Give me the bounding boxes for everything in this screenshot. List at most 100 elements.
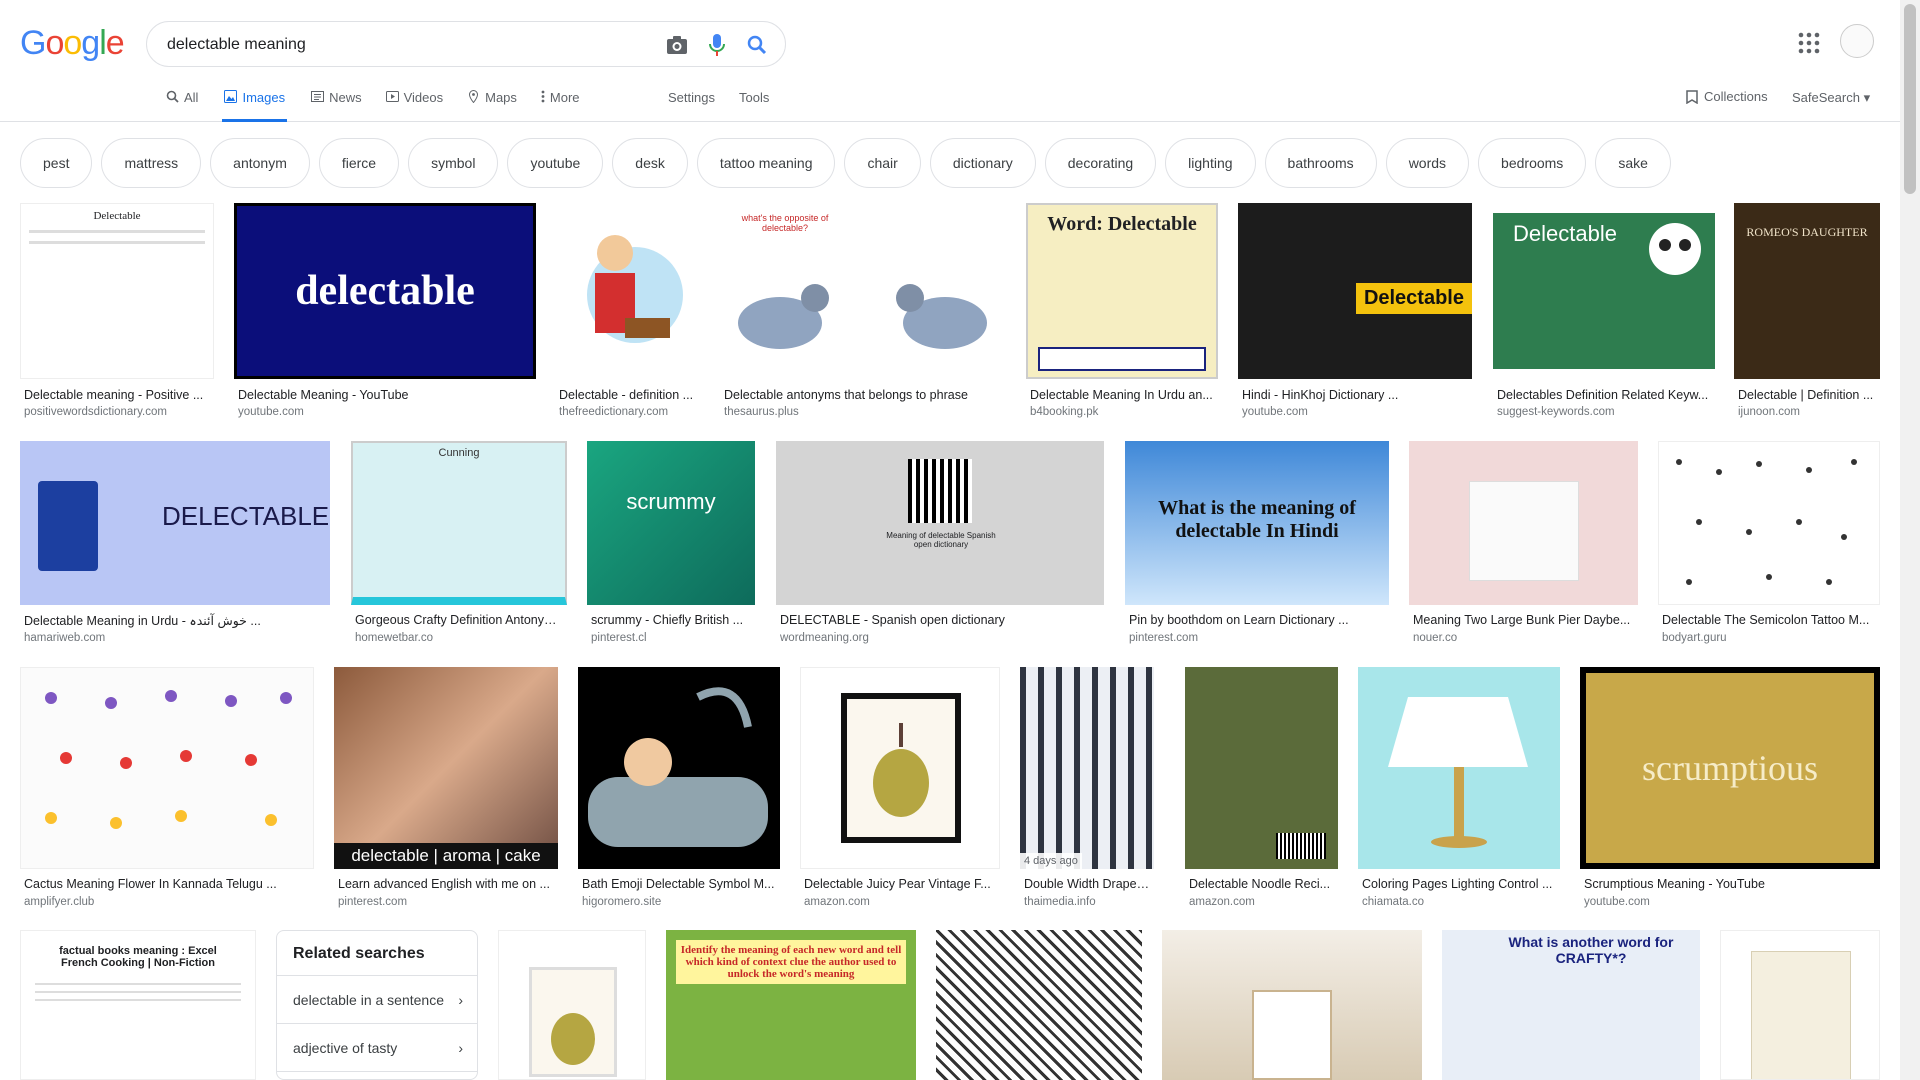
result-source: wordmeaning.org xyxy=(780,632,869,644)
tab-all[interactable]: All xyxy=(166,88,198,122)
result-thumbnail xyxy=(20,667,314,869)
chip-desk[interactable]: desk xyxy=(612,138,688,188)
thumb-text: factual books meaning : Excel French Coo… xyxy=(59,945,217,969)
google-logo[interactable]: Google xyxy=(20,24,125,63)
thumb-text: Delectable xyxy=(1355,283,1472,314)
result-thumbnail: Cunning xyxy=(351,441,567,605)
image-result[interactable]: scrumptious Scrumptious Meaning - YouTub… xyxy=(1580,667,1880,917)
image-result[interactable]: Meaning Two Large Bunk Pier Daybe... nou… xyxy=(1409,441,1638,651)
image-result[interactable]: Coloring Pages Lighting Control ... chia… xyxy=(1358,667,1560,917)
related-item-label: delectable in a sentence xyxy=(293,991,444,1008)
image-result[interactable]: Delectable The Semicolon Tattoo M... bod… xyxy=(1658,441,1880,651)
chip-words[interactable]: words xyxy=(1385,138,1470,188)
scrollbar-thumb[interactable] xyxy=(1904,4,1916,194)
age-badge: 4 days ago xyxy=(1020,853,1082,869)
result-source: suggest-keywords.com xyxy=(1497,406,1615,418)
image-result[interactable]: DELECTABLE Delectable Meaning in Urdu - … xyxy=(20,441,330,651)
camera-icon[interactable] xyxy=(665,33,689,57)
safesearch-dropdown[interactable]: SafeSearch ▾ xyxy=(1792,90,1870,106)
image-result[interactable] xyxy=(1720,930,1880,1080)
image-result[interactable]: Bath Emoji Delectable Symbol M... higoro… xyxy=(578,667,780,917)
chip-antonym[interactable]: antonym xyxy=(210,138,310,188)
result-title: Delectable antonyms that belongs to phra… xyxy=(724,388,968,402)
result-source: thefreedictionary.com xyxy=(559,406,669,418)
result-source: homewetbar.co xyxy=(355,632,433,644)
page-scrollbar[interactable] xyxy=(1900,0,1920,1080)
tab-more[interactable]: More xyxy=(541,88,580,122)
result-title: Bath Emoji Delectable Symbol M... xyxy=(582,877,775,891)
chip-fierce[interactable]: fierce xyxy=(318,138,400,188)
result-title: Cactus Meaning Flower In Kannada Telugu … xyxy=(24,877,277,891)
result-source: b4booking.pk xyxy=(1030,406,1099,418)
image-result[interactable]: what's the opposite of delectable? Delec… xyxy=(720,203,1006,423)
chip-tattoo-meaning[interactable]: tattoo meaning xyxy=(696,138,836,188)
image-result[interactable]: Cunning Gorgeous Crafty Definition Anton… xyxy=(351,441,567,651)
image-result[interactable] xyxy=(1162,930,1422,1080)
thumb-text: Delectable xyxy=(93,210,141,222)
collections-link[interactable]: Collections xyxy=(1686,89,1768,104)
image-result[interactable]: delectable Delectable Meaning - YouTube … xyxy=(234,203,536,423)
image-result[interactable]: Delectable Noodle Reci... amazon.com xyxy=(1185,667,1338,917)
microphone-icon[interactable] xyxy=(705,33,729,57)
image-result[interactable] xyxy=(498,930,646,1080)
chip-youtube[interactable]: youtube xyxy=(507,138,604,188)
tools-link[interactable]: Tools xyxy=(739,90,769,105)
chevron-right-icon: › xyxy=(458,1039,463,1056)
result-title: Hindi - HinKhoj Dictionary ... xyxy=(1242,388,1399,402)
image-result[interactable]: Delectable Hindi - HinKhoj Dictionary ..… xyxy=(1238,203,1472,423)
result-title: Double Width Drapes ... xyxy=(1024,877,1150,891)
image-result[interactable]: What is the meaning of delectable In Hin… xyxy=(1125,441,1389,651)
chip-lighting[interactable]: lighting xyxy=(1165,138,1256,188)
related-searches-card: Related searches delectable in a sentenc… xyxy=(276,930,478,1080)
related-item[interactable]: delectable in a sentence › xyxy=(277,976,477,1024)
tab-news[interactable]: News xyxy=(311,88,362,122)
image-result[interactable]: scrummy scrummy - Chiefly British ... pi… xyxy=(587,441,755,651)
image-result[interactable]: Word: Delectable Delectable Meaning In U… xyxy=(1026,203,1218,423)
search-input[interactable] xyxy=(167,34,647,56)
image-result[interactable]: delectable | aroma | cake Learn advanced… xyxy=(334,667,558,917)
result-thumbnail: delectable | aroma | cake xyxy=(334,667,558,869)
image-result[interactable]: Identify the meaning of each new word an… xyxy=(666,930,916,1080)
chip-symbol[interactable]: symbol xyxy=(408,138,499,188)
chip-bedrooms[interactable]: bedrooms xyxy=(1478,138,1587,188)
image-result[interactable]: ROMEO'S DAUGHTER Delectable | Definition… xyxy=(1734,203,1880,423)
image-result[interactable]: Delectable - definition ... thefreedicti… xyxy=(555,203,700,423)
related-item[interactable]: adjective of tasty › xyxy=(277,1024,477,1072)
image-result[interactable]: Delectable Juicy Pear Vintage F... amazo… xyxy=(800,667,1000,917)
result-title: Coloring Pages Lighting Control ... xyxy=(1362,877,1553,891)
thumb-text: delectable | aroma | cake xyxy=(334,843,558,869)
image-result[interactable]: Cactus Meaning Flower In Kannada Telugu … xyxy=(20,667,314,917)
tab-videos[interactable]: Videos xyxy=(385,88,443,122)
chip-bathrooms[interactable]: bathrooms xyxy=(1264,138,1377,188)
result-thumbnail: scrummy xyxy=(587,441,755,605)
image-result[interactable]: factual books meaning : Excel French Coo… xyxy=(20,930,256,1080)
image-result[interactable] xyxy=(936,930,1142,1080)
avatar[interactable] xyxy=(1840,24,1874,58)
search-icon[interactable] xyxy=(745,33,769,57)
related-chips: pest mattress antonym fierce symbol yout… xyxy=(20,138,1680,188)
result-title: Delectables Definition Related Keyw... xyxy=(1497,388,1709,402)
tab-images[interactable]: Images xyxy=(222,88,288,122)
chip-sake[interactable]: sake xyxy=(1595,138,1671,188)
more-vert-icon xyxy=(541,90,545,103)
image-result[interactable]: Delectable Delectables Definition Relate… xyxy=(1493,203,1715,423)
apps-grid-icon[interactable] xyxy=(1797,31,1821,55)
chip-decorating[interactable]: decorating xyxy=(1044,138,1157,188)
chip-chair[interactable]: chair xyxy=(844,138,921,188)
image-result[interactable]: 4 days ago Double Width Drapes ... thaim… xyxy=(1020,667,1154,917)
image-result[interactable]: Meaning of delectable Spanish open dicti… xyxy=(776,441,1104,651)
result-title: Delectable - definition ... xyxy=(559,388,694,402)
safesearch-label: SafeSearch xyxy=(1792,90,1860,105)
chip-pest[interactable]: pest xyxy=(20,138,93,188)
chip-mattress[interactable]: mattress xyxy=(101,138,202,188)
result-thumbnail xyxy=(1162,930,1422,1080)
image-icon xyxy=(224,90,238,103)
image-result[interactable]: What is another word for CRAFTY*? xyxy=(1442,930,1700,1080)
tab-label: All xyxy=(184,90,199,105)
tab-maps[interactable]: Maps xyxy=(467,88,517,122)
result-thumbnail xyxy=(1658,441,1880,605)
image-result[interactable]: Delectable Delectable meaning - Positive… xyxy=(20,203,214,423)
settings-link[interactable]: Settings xyxy=(668,90,715,105)
chip-dictionary[interactable]: dictionary xyxy=(929,138,1036,188)
news-icon xyxy=(311,90,325,103)
